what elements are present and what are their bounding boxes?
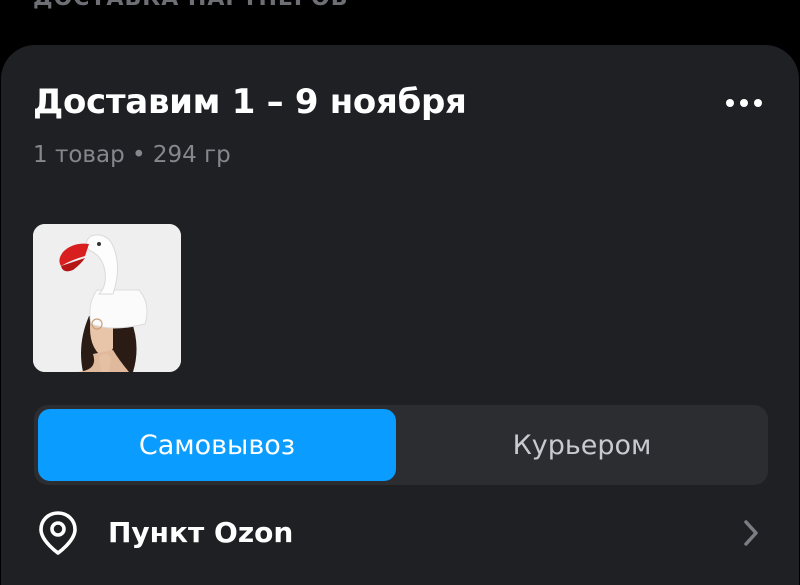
pickup-point-label: Пункт Ozon — [108, 516, 294, 549]
more-dot — [740, 99, 748, 107]
delivery-method-switch: Самовывоз Курьером — [34, 405, 768, 485]
more-dot — [754, 99, 762, 107]
section-label: ДОСТАВКА ПАРТНЕРОВ — [33, 0, 349, 11]
product-thumbnail[interactable] — [33, 224, 181, 372]
more-options-button[interactable] — [719, 89, 769, 117]
courier-tab[interactable]: Курьером — [400, 409, 764, 481]
delivery-date-title: Доставим 1 – 9 ноября — [33, 82, 467, 122]
chevron-right-icon — [744, 520, 758, 546]
shipment-card: Доставим 1 – 9 ноября 1 товар • 294 гр С… — [1, 45, 799, 585]
shipment-summary: 1 товар • 294 гр — [33, 142, 231, 168]
location-pin-icon — [39, 511, 77, 555]
goose-hat-image — [33, 224, 181, 372]
pickup-point-row[interactable]: Пункт Ozon — [1, 500, 799, 570]
more-options-icon — [726, 99, 734, 107]
pickup-tab[interactable]: Самовывоз — [38, 409, 396, 481]
